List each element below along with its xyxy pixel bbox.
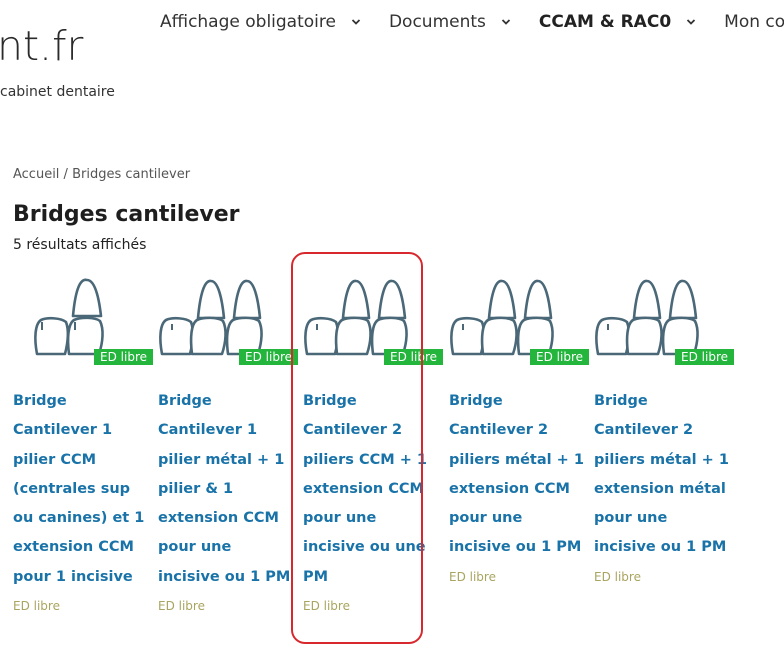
product-title-line: pilier & 1 — [158, 480, 234, 497]
product-title-line: Cantilever 1 — [13, 422, 113, 439]
product-title-line: pour une — [158, 539, 232, 556]
nav-mon-compte[interactable]: Mon com — [724, 12, 784, 32]
site-logo[interactable]: nt.fr — [0, 26, 83, 67]
chevron-down-icon[interactable] — [685, 16, 697, 28]
product-title-line: pour une — [594, 510, 668, 527]
nav-ccam-rac0[interactable]: CCAM & RAC0 — [539, 12, 697, 32]
breadcrumb-home-link[interactable]: Accueil — [13, 167, 59, 182]
product-title-line: pilier CCM — [13, 451, 97, 468]
product-title-line: extension CCM — [13, 539, 134, 556]
product-badge: ED libre — [94, 349, 153, 365]
product-image[interactable]: ED libre — [13, 272, 153, 367]
page-title: Bridges cantilever — [13, 202, 240, 227]
product-title-line: Cantilever 2 — [594, 422, 694, 439]
product-title-line: extension CCM — [158, 510, 279, 527]
product-title-line: extension CCM — [449, 480, 570, 497]
selection-highlight — [291, 252, 423, 644]
product-image[interactable]: ED libre — [449, 272, 589, 367]
result-count: 5 résultats affichés — [13, 237, 147, 253]
nav-affichage-obligatoire[interactable]: Affichage obligatoire — [160, 12, 362, 32]
product-badge: ED libre — [239, 349, 298, 365]
product-card: ED libre Bridge Cantilever 1 pilier méta… — [158, 272, 298, 613]
product-title-line: ou canines) et 1 — [13, 510, 145, 527]
product-title-line: incisive ou 1 PM — [158, 568, 291, 585]
product-title-line: Cantilever 1 — [158, 422, 258, 439]
product-card: ED libre Bridge Cantilever 2 piliers mét… — [594, 272, 734, 584]
product-title-link[interactable]: Bridge Cantilever 2 piliers métal + 1 ex… — [594, 387, 734, 563]
product-image[interactable]: ED libre — [158, 272, 298, 367]
product-title-link[interactable]: Bridge Cantilever 2 piliers métal + 1 ex… — [449, 387, 589, 563]
product-title-line: Cantilever 2 — [449, 422, 549, 439]
product-title-line: (centrales sup — [13, 480, 131, 497]
product-label: ED libre — [13, 599, 60, 614]
chevron-down-icon[interactable] — [500, 16, 512, 28]
product-label: ED libre — [594, 569, 641, 584]
product-title-line: piliers métal + 1 — [594, 451, 729, 468]
product-title-line: Bridge — [13, 393, 67, 409]
nav-label: Mon com — [724, 12, 784, 32]
nav-label: Affichage obligatoire — [160, 12, 336, 32]
page: nt.fr cabinet dentaire Affichage obligat… — [0, 0, 784, 663]
product-card: ED libre Bridge Cantilever 2 piliers mét… — [449, 272, 589, 584]
product-title-link[interactable]: Bridge Cantilever 1 pilier métal + 1 pil… — [158, 387, 298, 592]
site-tagline: cabinet dentaire — [0, 84, 115, 100]
nav-label: Documents — [388, 12, 486, 32]
product-title-link[interactable]: Bridge Cantilever 1 pilier CCM (centrale… — [13, 387, 153, 592]
product-image[interactable]: ED libre — [594, 272, 734, 367]
product-title-line: Bridge — [449, 393, 503, 409]
product-title-line: incisive ou 1 PM — [449, 539, 582, 556]
product-title-line: Bridge — [158, 393, 212, 409]
product-title-line: piliers métal + 1 — [449, 451, 584, 468]
product-label: ED libre — [449, 569, 496, 584]
product-title-line: extension métal — [594, 480, 726, 497]
product-badge: ED libre — [675, 349, 734, 365]
product-title-line: pilier métal + 1 — [158, 451, 285, 468]
product-label: ED libre — [158, 599, 205, 614]
product-title-line: pour 1 incisive — [13, 568, 133, 585]
main-nav: Affichage obligatoire Documents CCAM & R… — [160, 12, 784, 32]
nav-label: CCAM & RAC0 — [538, 12, 672, 32]
nav-documents[interactable]: Documents — [389, 12, 512, 32]
breadcrumb-separator: / — [59, 167, 73, 182]
product-title-line: Bridge — [594, 393, 648, 409]
product-card: ED libre Bridge Cantilever 1 pilier CCM … — [13, 272, 153, 613]
product-title-line: pour une — [449, 510, 523, 527]
breadcrumb-current: Bridges cantilever — [72, 167, 191, 182]
chevron-down-icon[interactable] — [350, 16, 362, 28]
product-title-line: incisive ou 1 PM — [594, 539, 727, 556]
product-badge: ED libre — [530, 349, 589, 365]
breadcrumb: Accueil / Bridges cantilever — [13, 167, 190, 182]
